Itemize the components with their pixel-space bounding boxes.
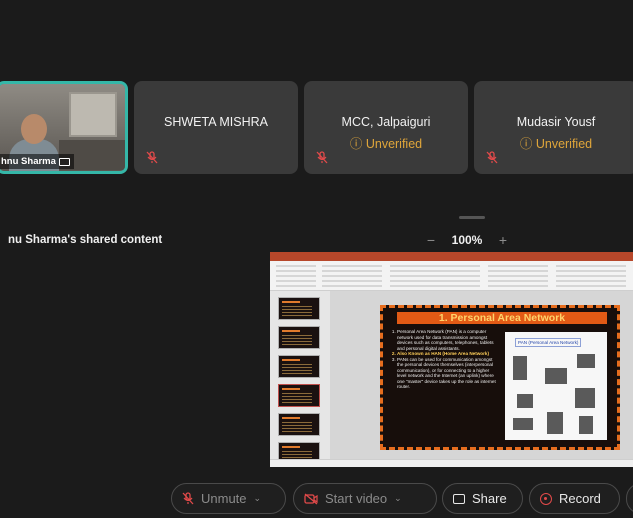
meeting-toolbar: Unmute ⌄ Start video ⌄ Share Record [0,479,633,518]
speaker-icon [579,416,593,434]
laptop-icon [545,368,567,384]
image-caption: PAN (Personal Area Network) [515,338,582,347]
resize-handle[interactable] [459,216,485,219]
printer-icon [577,354,595,368]
unmute-label: Unmute [201,491,247,506]
participant-tile[interactable]: Mudasir Yousf ⓘ Unverified [474,81,633,174]
mic-muted-icon [486,151,498,164]
pan-diagram-image: PAN (Personal Area Network) [505,332,607,440]
participant-name-label: hnu Sharma [0,154,74,169]
slide-bullet: Personal Area Network (PAN) is a compute… [397,329,499,351]
slide-thumbnails [270,291,330,465]
zoom-control: − 100% + [420,232,514,248]
zoom-in-button[interactable]: + [492,232,514,248]
video-off-icon [304,493,318,504]
pda-icon [547,412,563,434]
unmute-button[interactable]: Unmute ⌄ [171,483,286,514]
participant-name: hnu Sharma [1,156,56,167]
participant-tile-video[interactable]: hnu Sharma [0,81,128,174]
slide-bullets: Personal Area Network (PAN) is a compute… [391,329,499,390]
participant-status: ⓘ Unverified [474,133,633,152]
mic-muted-icon [146,151,158,164]
chevron-down-icon[interactable]: ⌄ [394,493,402,504]
participant-name: Mudasir Yousf [516,115,596,129]
slide-canvas: 1. Personal Area Network Personal Area N… [330,291,633,459]
app-title-bar [270,252,633,261]
camera-icon [517,394,533,408]
start-video-label: Start video [325,491,388,506]
status-text: Unverified [535,137,593,151]
meeting-window: hnu Sharma SHWETA MISHRA MCC, Jalpaiguri… [0,0,633,518]
shared-screen[interactable]: 1. Personal Area Network Personal Area N… [270,252,633,467]
mic-muted-icon [316,151,328,164]
participant-tile[interactable]: SHWETA MISHRA [134,81,298,174]
status-text: Unverified [365,137,423,151]
start-video-button[interactable]: Start video ⌄ [293,483,437,514]
unverified-icon: ⓘ [519,137,536,151]
participant-name: MCC, Jalpaiguri [341,115,431,129]
screen-share-badge-icon [58,157,70,166]
share-button[interactable]: Share [442,483,523,514]
participant-name: SHWETA MISHRA [164,115,268,129]
app-ribbon [270,261,633,291]
video-background-window [69,92,117,137]
share-screen-icon [453,493,465,504]
participant-tile[interactable]: MCC, Jalpaiguri ⓘ Unverified [304,81,468,174]
zoom-out-button[interactable]: − [420,232,442,248]
share-label: Share [472,491,507,506]
chevron-down-icon[interactable]: ⌄ [254,493,262,504]
unverified-icon: ⓘ [349,137,366,151]
zoom-level: 100% [451,233,483,247]
shared-content-title: nu Sharma's shared content [8,234,163,246]
record-button[interactable]: Record [529,483,620,514]
participant-status: ⓘ Unverified [304,133,468,152]
app-status-bar [270,459,633,467]
headset-icon [513,418,533,430]
slide-bullet: Also Known as HAN (Home Area Network) [397,351,499,357]
pc-icon [575,388,595,408]
slide-bullet: PANs can be used for communication among… [397,357,499,390]
slide: 1. Personal Area Network Personal Area N… [380,305,620,450]
mic-muted-icon [182,492,194,505]
video-person-head [21,114,47,144]
record-label: Record [559,491,601,506]
more-button[interactable] [626,483,633,514]
record-icon [540,492,552,505]
slide-title: 1. Personal Area Network [397,312,607,324]
phone-icon [513,356,527,380]
